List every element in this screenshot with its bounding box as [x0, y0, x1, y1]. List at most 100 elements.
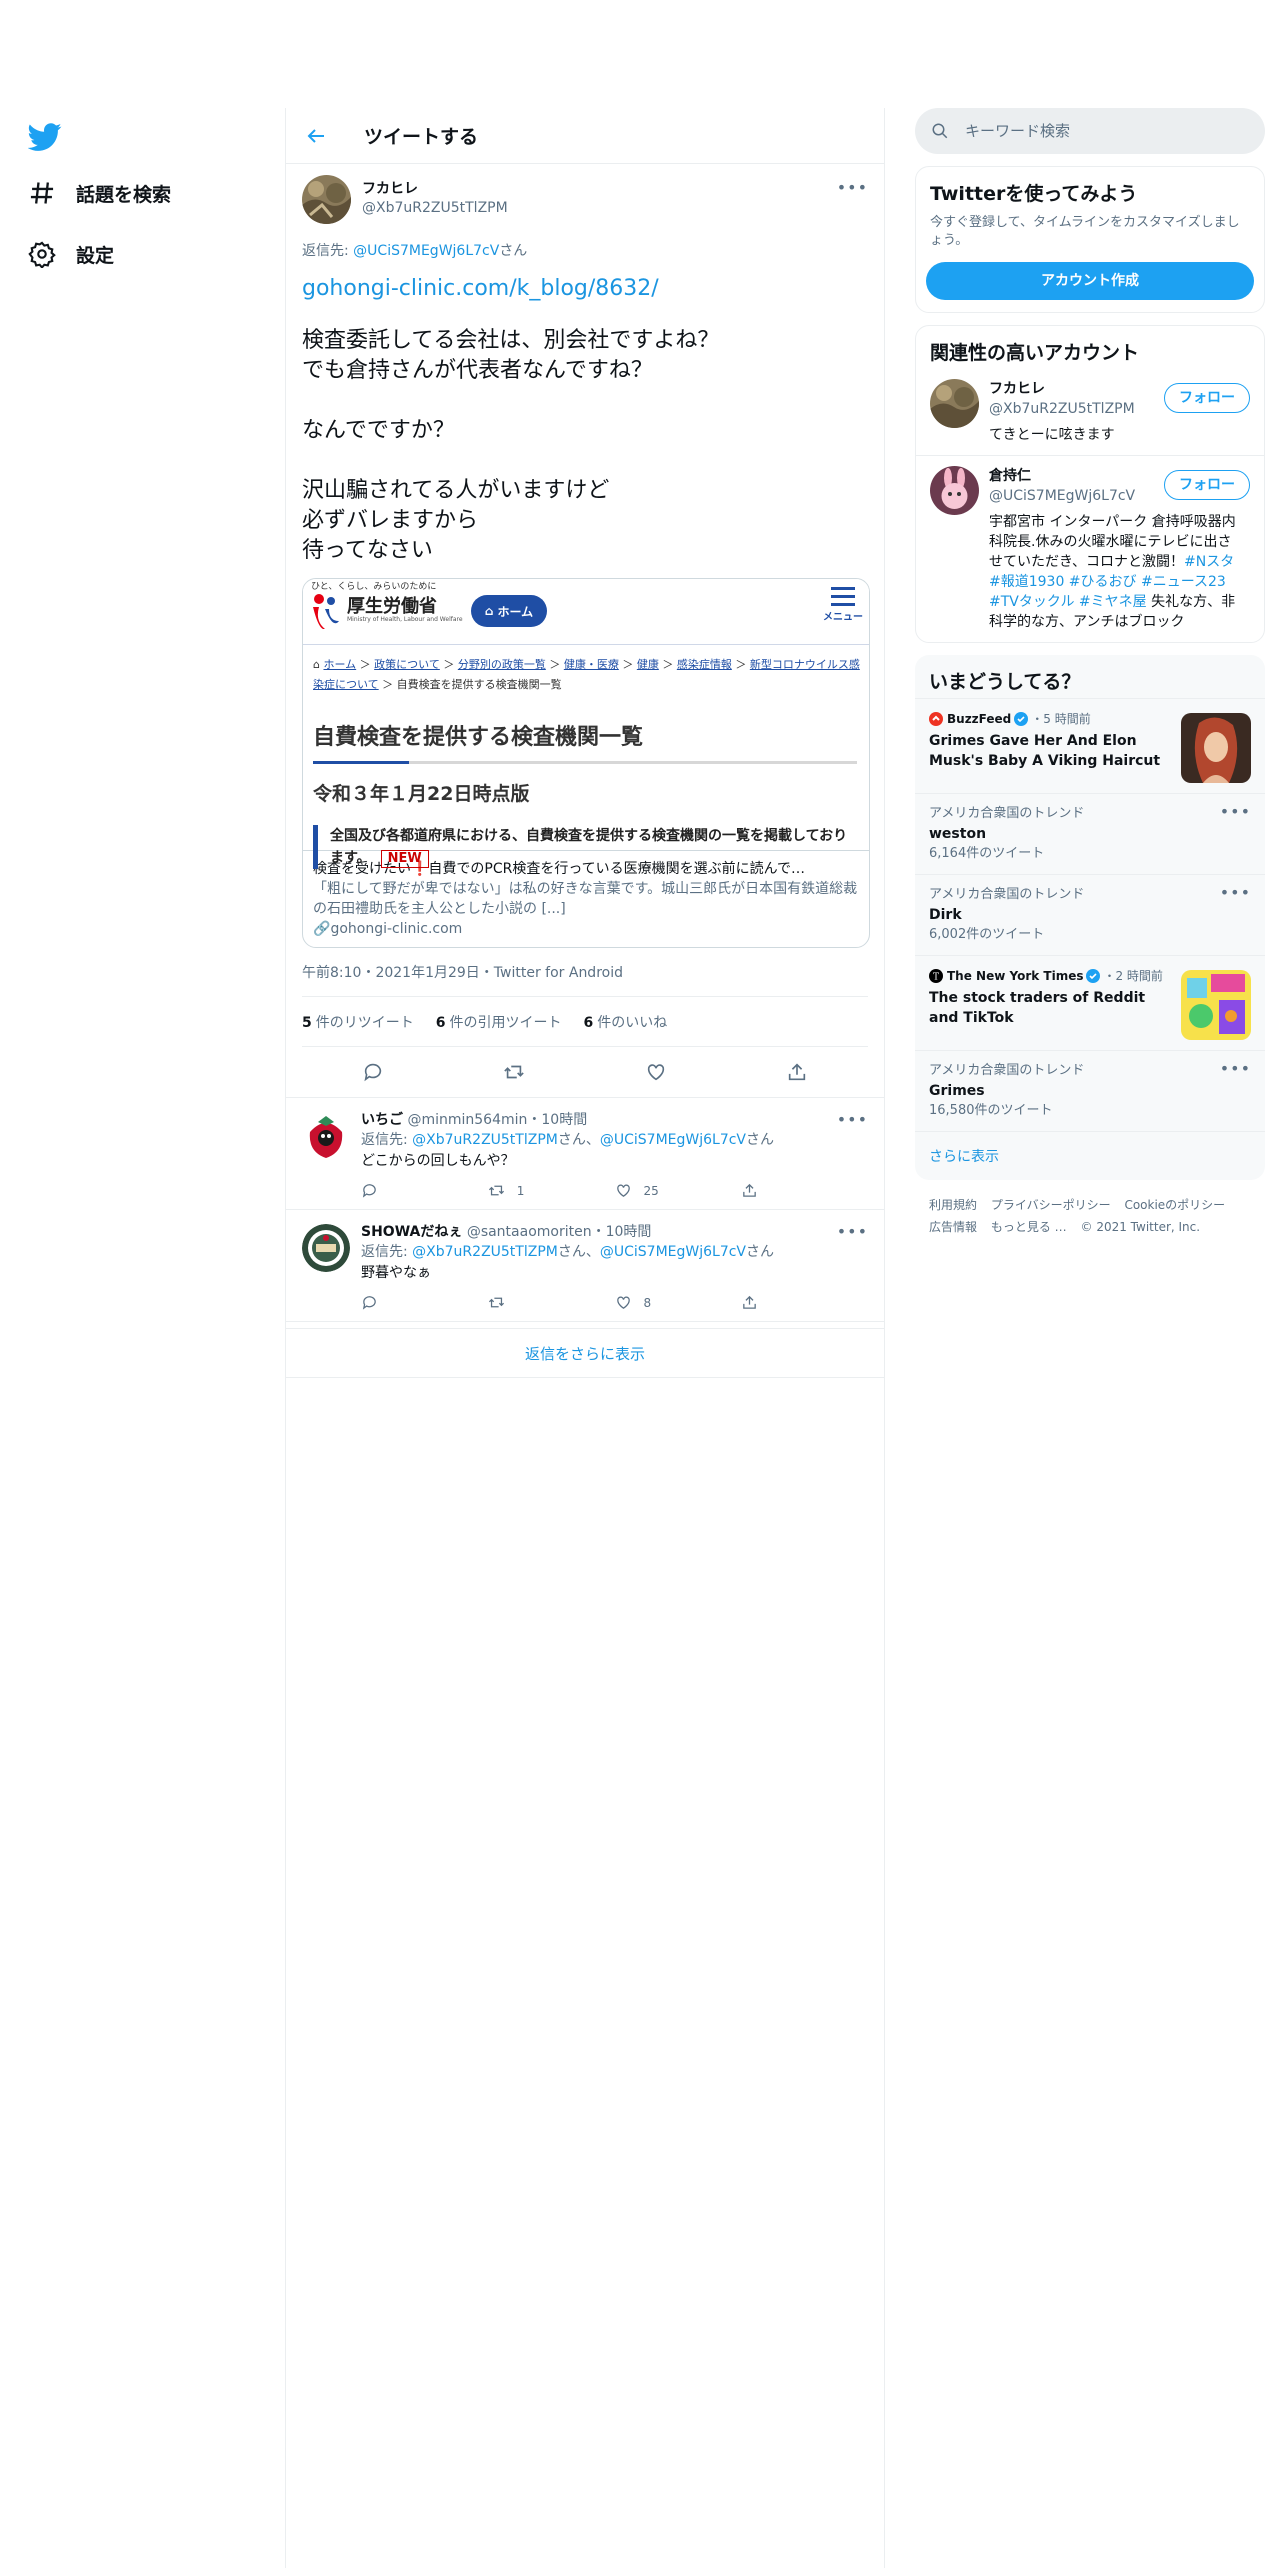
trend-context: アメリカ合衆国のトレンド — [929, 806, 1085, 821]
news-item[interactable]: BuzzFeed ・5 時間前 Grimes Gave Her And Elon … — [915, 698, 1265, 793]
share-button[interactable] — [741, 1182, 868, 1199]
reply-tweet[interactable]: ••• いちご @minmin564min・10時間 返信先: @Xb7uR2Z… — [286, 1098, 884, 1210]
share-icon — [743, 1183, 757, 1197]
like-count: 25 — [643, 1183, 659, 1198]
trend-item[interactable]: ••• アメリカ合衆国のトレンド Dirk 6,002件のツイート — [915, 874, 1265, 955]
footer-privacy-link[interactable]: プライバシーポリシー — [991, 1198, 1111, 1212]
mhlw-menu-icon: メニュー — [823, 587, 863, 623]
avatar[interactable] — [302, 1112, 350, 1160]
search-box[interactable] — [915, 108, 1265, 154]
reply-handle-link[interactable]: @Xb7uR2ZU5tTlZPM — [412, 1132, 558, 1148]
retweet-count[interactable]: 5 件のリツイート — [302, 1012, 414, 1032]
link-card[interactable]: ひと、くらし、みらいのために 厚生労働省 Ministry of Health,… — [302, 578, 870, 948]
more-icon[interactable]: ••• — [1220, 883, 1251, 903]
retweet-count: 1 — [516, 1183, 525, 1198]
tweet-meta[interactable]: 午前8:10・2021年1月29日・Twitter for Android — [302, 962, 868, 997]
footer-copyright: © 2021 Twitter, Inc. — [1080, 1220, 1201, 1234]
like-count: 8 — [643, 1295, 652, 1310]
reply-handle-link[interactable]: @UCiS7MEgWj6L7cV — [353, 243, 499, 259]
crumb: ホーム — [323, 658, 357, 671]
link-icon: 🔗 — [313, 921, 331, 937]
trends-box: いまどうしてる？ BuzzFeed ・5 時間前 Grimes Gave Her … — [915, 655, 1265, 1180]
author-name[interactable]: フカヒレ — [362, 180, 508, 199]
account-name[interactable]: 倉持仁 — [989, 468, 1031, 484]
news-source: BuzzFeed — [947, 712, 1012, 726]
more-icon[interactable]: ••• — [1220, 802, 1251, 822]
promo-title: Twitterを使ってみよう — [930, 183, 1138, 205]
trend-count: 16,580件のツイート — [929, 1103, 1053, 1118]
trend-count: 6,002件のツイート — [929, 927, 1045, 942]
account-name[interactable]: フカヒレ — [989, 381, 1045, 397]
mhlw-logo: 厚生労働省 Ministry of Health, Labour and Wel… — [309, 591, 463, 629]
reply-time[interactable]: ・10時間 — [527, 1112, 587, 1128]
reply-handle-link[interactable]: @UCiS7MEgWj6L7cV — [600, 1132, 746, 1148]
like-icon[interactable] — [645, 1061, 667, 1083]
footer-more-link[interactable]: もっと見る … — [991, 1220, 1067, 1234]
avatar[interactable] — [930, 379, 979, 428]
show-more-trends-link[interactable]: さらに表示 — [915, 1131, 1265, 1180]
reply-button[interactable] — [361, 1294, 488, 1311]
quote-count[interactable]: 6 件の引用ツイート — [436, 1012, 562, 1032]
avatar[interactable] — [930, 466, 979, 515]
svg-text:T: T — [933, 973, 939, 983]
reply-button[interactable] — [361, 1182, 488, 1199]
reply-to: 返信先: @UCiS7MEgWj6L7cVさん — [302, 240, 868, 260]
nav-explore[interactable]: 話題を検索 — [28, 168, 171, 218]
footer-ads-link[interactable]: 広告情報 — [929, 1220, 977, 1234]
quote-count-value: 6 — [435, 1014, 446, 1031]
hashtag-icon — [30, 182, 54, 204]
search-input[interactable] — [965, 122, 1225, 140]
reply-author-handle[interactable]: @minmin564min — [407, 1112, 527, 1128]
news-thumbnail — [1181, 970, 1251, 1040]
follow-button[interactable]: フォロー — [1164, 470, 1250, 500]
reply-handle-link[interactable]: @UCiS7MEgWj6L7cV — [600, 1244, 746, 1260]
trend-item[interactable]: ••• アメリカ合衆国のトレンド Grimes 16,580件のツイート — [915, 1050, 1265, 1131]
reply-author-handle[interactable]: @santaaomoriten — [467, 1224, 592, 1240]
account-row[interactable]: フカヒレ @Xb7uR2ZU5tTlZPM てきとーに呟きます フォロー — [916, 369, 1264, 455]
more-icon[interactable]: ••• — [1220, 1059, 1251, 1079]
reply-time[interactable]: ・10時間 — [592, 1224, 652, 1240]
author-handle[interactable]: @Xb7uR2ZU5tTlZPM — [362, 199, 508, 218]
more-icon[interactable]: ••• — [837, 1110, 868, 1129]
mhlw-rule — [313, 761, 857, 764]
tweet-link[interactable]: gohongi-clinic.com/k_blog/8632/ — [302, 274, 868, 304]
more-icon[interactable]: ••• — [837, 1222, 868, 1241]
show-more-replies-button[interactable]: 返信をさらに表示 — [286, 1328, 884, 1378]
reply-prefix: 返信先: — [361, 1244, 413, 1260]
home-icon: ⌂ — [313, 658, 324, 671]
search-icon — [932, 123, 948, 139]
mhlw-breadcrumb: ⌂ ホーム ＞ 政策について ＞ 分野別の政策一覧 ＞ 健康・医療 ＞ 健康 ＞… — [313, 658, 860, 691]
reply-author-name[interactable]: いちご — [361, 1112, 403, 1128]
nav-settings-label: 設定 — [76, 244, 115, 267]
twitter-logo-icon[interactable] — [28, 120, 62, 154]
share-button[interactable] — [741, 1294, 868, 1311]
share-icon[interactable] — [786, 1061, 808, 1083]
retweet-icon[interactable] — [503, 1061, 525, 1083]
follow-button[interactable]: フォロー — [1164, 383, 1250, 413]
back-arrow-icon[interactable] — [304, 124, 328, 148]
footer-cookie-link[interactable]: Cookieのポリシー — [1124, 1198, 1225, 1212]
account-row[interactable]: 倉持仁 @UCiS7MEgWj6L7cV 宇都宮市 インターパーク 倉持呼吸器内… — [916, 455, 1264, 642]
like-button[interactable]: 25 — [615, 1182, 742, 1199]
retweet-button[interactable] — [488, 1294, 615, 1311]
news-item[interactable]: T The New York Times ・2 時間前 The stock trad… — [915, 955, 1265, 1050]
card-domain-text: gohongi-clinic.com — [330, 921, 463, 937]
create-account-button[interactable]: アカウント作成 — [926, 262, 1254, 300]
verified-icon — [1086, 969, 1101, 983]
mhlw-notice: 全国及び各都道府県における、自費検査を提供する検査機関の一覧を掲載しております。… — [313, 825, 861, 869]
like-button[interactable]: 8 — [615, 1294, 742, 1311]
reply-icon[interactable] — [362, 1061, 384, 1083]
avatar[interactable] — [302, 174, 351, 224]
signup-promo: Twitterを使ってみよう 今すぐ登録して、タイムラインをカスタマイズしましょ… — [915, 166, 1265, 313]
reply-author-name[interactable]: SHOWAだねぇ — [361, 1224, 462, 1240]
reply-tweet[interactable]: ••• SHOWAだねぇ @santaaomoriten・10時間 返信先: @… — [286, 1210, 884, 1322]
retweet-button[interactable]: 1 — [488, 1182, 615, 1199]
nav-settings[interactable]: 設定 — [28, 229, 114, 279]
avatar[interactable] — [302, 1224, 350, 1272]
like-count[interactable]: 6 件のいいね — [584, 1012, 668, 1032]
footer-terms-link[interactable]: 利用規約 — [929, 1198, 977, 1212]
more-icon[interactable]: ••• — [837, 178, 868, 197]
san: さん — [746, 1132, 774, 1148]
trend-item[interactable]: ••• アメリカ合衆国のトレンド weston 6,164件のツイート — [915, 793, 1265, 874]
reply-handle-link[interactable]: @Xb7uR2ZU5tTlZPM — [412, 1244, 558, 1260]
